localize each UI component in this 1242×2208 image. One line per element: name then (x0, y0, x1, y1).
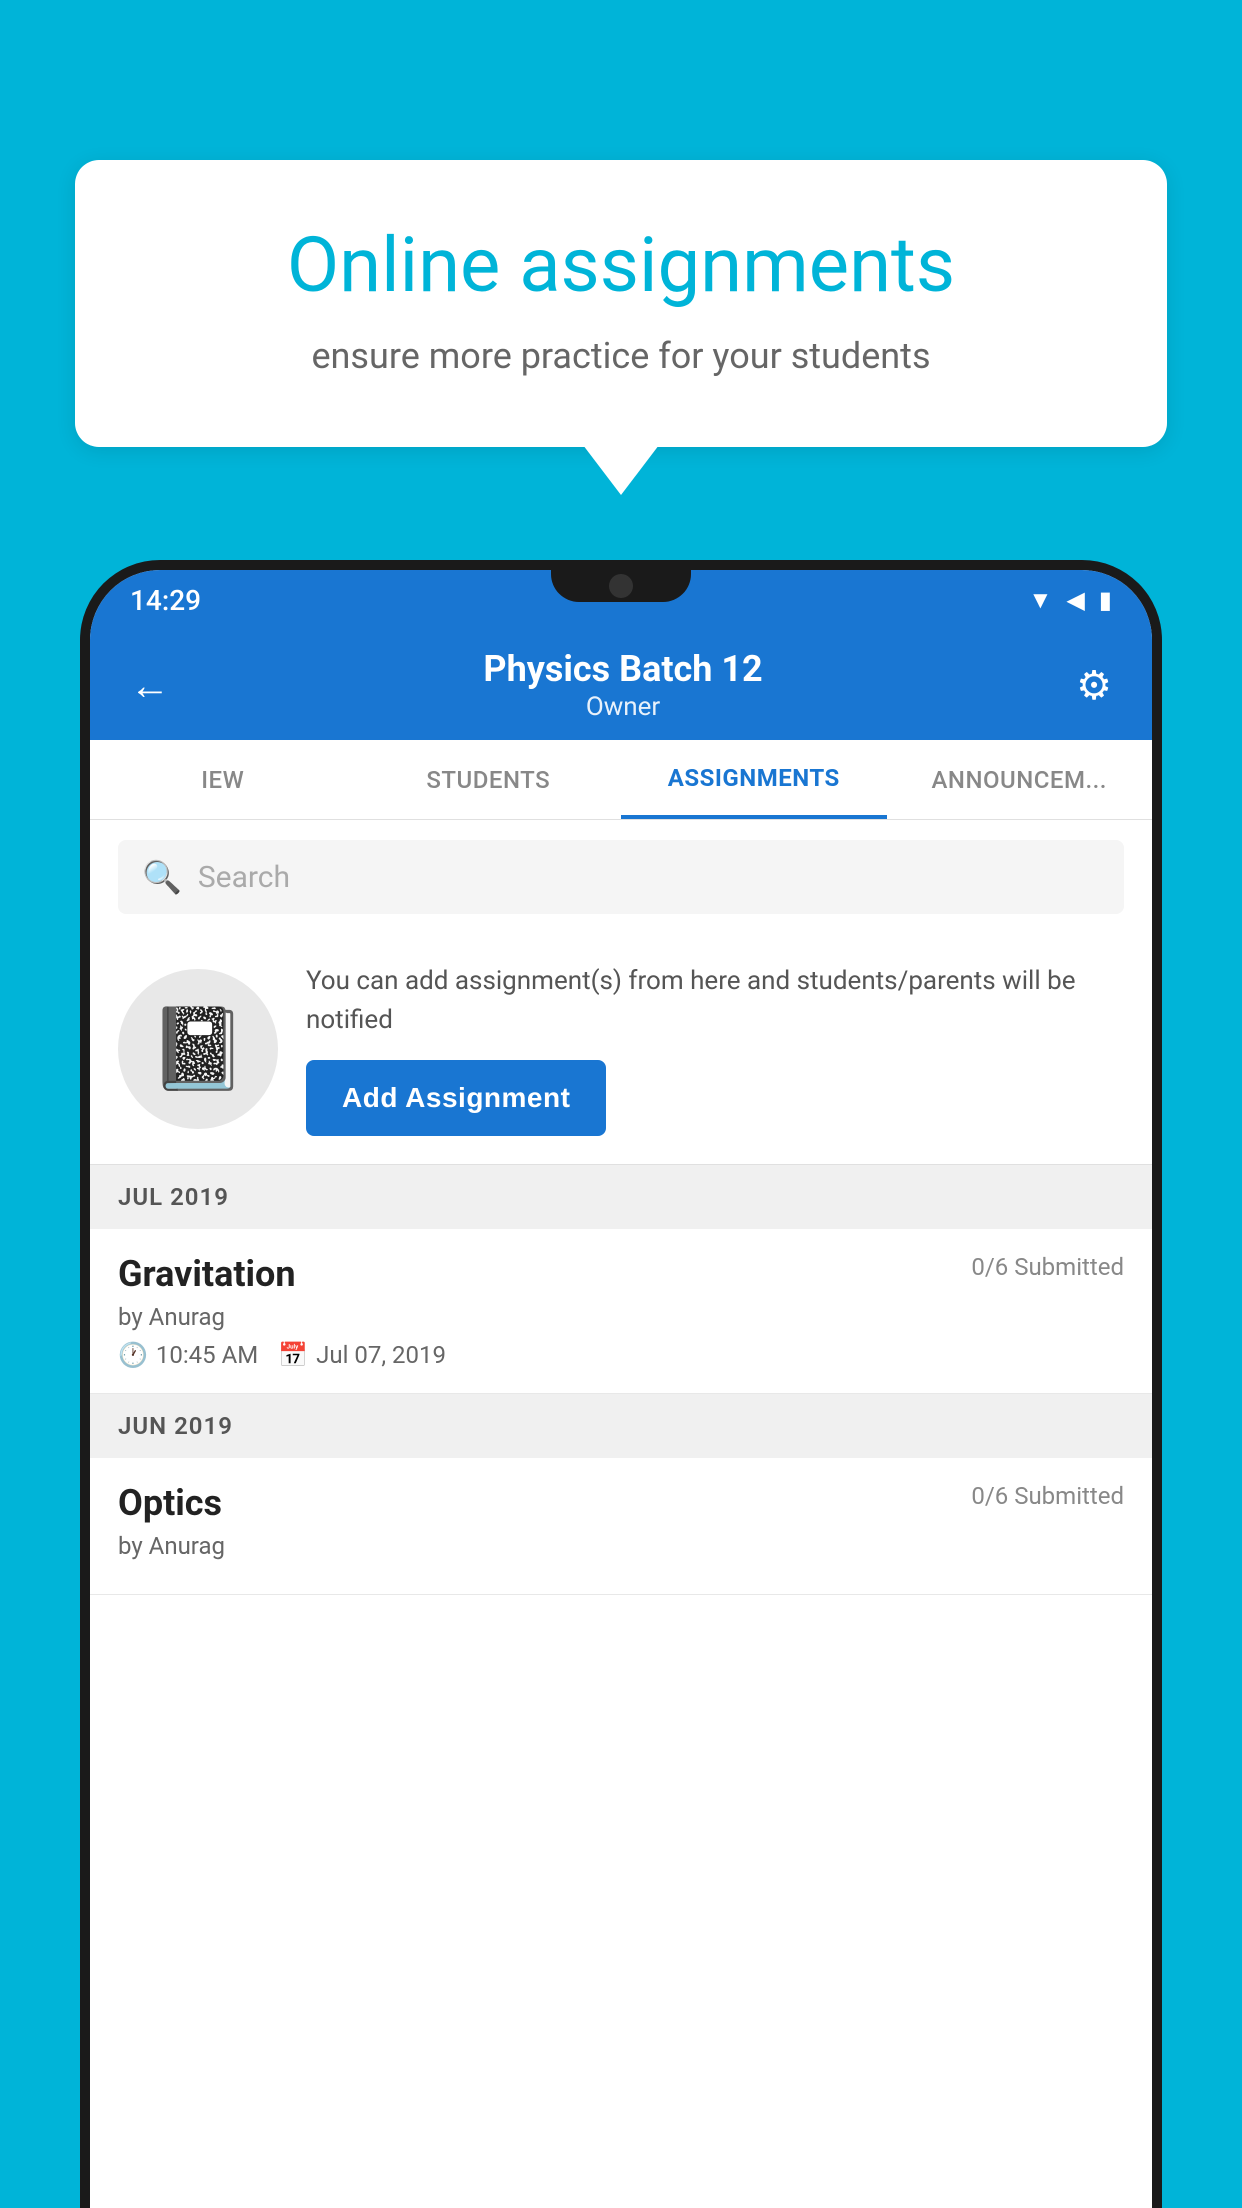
assignment-item-optics[interactable]: Optics 0/6 Submitted by Anurag (90, 1458, 1152, 1595)
app-bar-title: Physics Batch 12 (483, 648, 762, 690)
speech-bubble: Online assignments ensure more practice … (75, 160, 1167, 447)
assignment-time-gravitation: 🕐 10:45 AM (118, 1341, 258, 1369)
status-icons: ▼ ◀ ▮ (1029, 586, 1112, 615)
back-button[interactable]: ← (130, 662, 170, 709)
app-bar-subtitle: Owner (483, 692, 762, 722)
phone-camera (609, 574, 633, 598)
promo-text: You can add assignment(s) from here and … (306, 962, 1124, 1040)
search-placeholder: Search (198, 860, 290, 895)
tab-assignments[interactable]: ASSIGNMENTS (621, 740, 887, 819)
signal-icon: ◀ (1066, 586, 1084, 614)
search-container: 🔍 Search (90, 820, 1152, 934)
speech-bubble-container: Online assignments ensure more practice … (75, 160, 1167, 447)
assignment-submitted-gravitation: 0/6 Submitted (971, 1253, 1124, 1281)
search-bar[interactable]: 🔍 Search (118, 840, 1124, 914)
clock-icon: 🕐 (118, 1341, 148, 1369)
tab-announcements[interactable]: ANNOUNCEM... (887, 740, 1153, 819)
phone-inner: 14:29 ▼ ◀ ▮ ← Physics Batch 12 Owner ⚙ I… (90, 570, 1152, 2208)
assignment-by-optics: by Anurag (118, 1532, 1124, 1560)
settings-icon[interactable]: ⚙ (1076, 662, 1112, 709)
battery-icon: ▮ (1099, 586, 1112, 614)
phone-frame: 14:29 ▼ ◀ ▮ ← Physics Batch 12 Owner ⚙ I… (80, 560, 1162, 2208)
assignment-by-gravitation: by Anurag (118, 1303, 1124, 1331)
speech-bubble-subtitle: ensure more practice for your students (145, 335, 1097, 377)
assignment-item-gravitation[interactable]: Gravitation 0/6 Submitted by Anurag 🕐 10… (90, 1229, 1152, 1394)
assignment-meta-gravitation: 🕐 10:45 AM 📅 Jul 07, 2019 (118, 1341, 1124, 1369)
status-time: 14:29 (130, 584, 201, 617)
add-assignment-promo: 📓 You can add assignment(s) from here an… (90, 934, 1152, 1165)
tab-bar: IEW STUDENTS ASSIGNMENTS ANNOUNCEM... (90, 740, 1152, 820)
app-bar: ← Physics Batch 12 Owner ⚙ (90, 630, 1152, 740)
calendar-icon: 📅 (278, 1341, 308, 1369)
assignment-date-gravitation: 📅 Jul 07, 2019 (278, 1341, 446, 1369)
app-bar-title-container: Physics Batch 12 Owner (483, 648, 762, 722)
assignment-row1: Gravitation 0/6 Submitted (118, 1253, 1124, 1295)
assignment-icon: 📓 (148, 1002, 248, 1096)
tab-students[interactable]: STUDENTS (356, 740, 622, 819)
screen-content: 🔍 Search 📓 You can add assignment(s) fro… (90, 820, 1152, 2208)
wifi-icon: ▼ (1029, 586, 1053, 615)
search-icon: 🔍 (142, 858, 182, 896)
phone-notch (551, 560, 691, 602)
assignment-title-optics: Optics (118, 1482, 222, 1524)
assignment-submitted-optics: 0/6 Submitted (971, 1482, 1124, 1510)
section-header-jul: JUL 2019 (90, 1165, 1152, 1229)
add-assignment-button[interactable]: Add Assignment (306, 1060, 606, 1136)
promo-content: You can add assignment(s) from here and … (306, 962, 1124, 1136)
assignment-row1-optics: Optics 0/6 Submitted (118, 1482, 1124, 1524)
tab-iew[interactable]: IEW (90, 740, 356, 819)
assignment-title-gravitation: Gravitation (118, 1253, 296, 1295)
speech-bubble-title: Online assignments (145, 220, 1097, 311)
promo-icon-circle: 📓 (118, 969, 278, 1129)
section-header-jun: JUN 2019 (90, 1394, 1152, 1458)
